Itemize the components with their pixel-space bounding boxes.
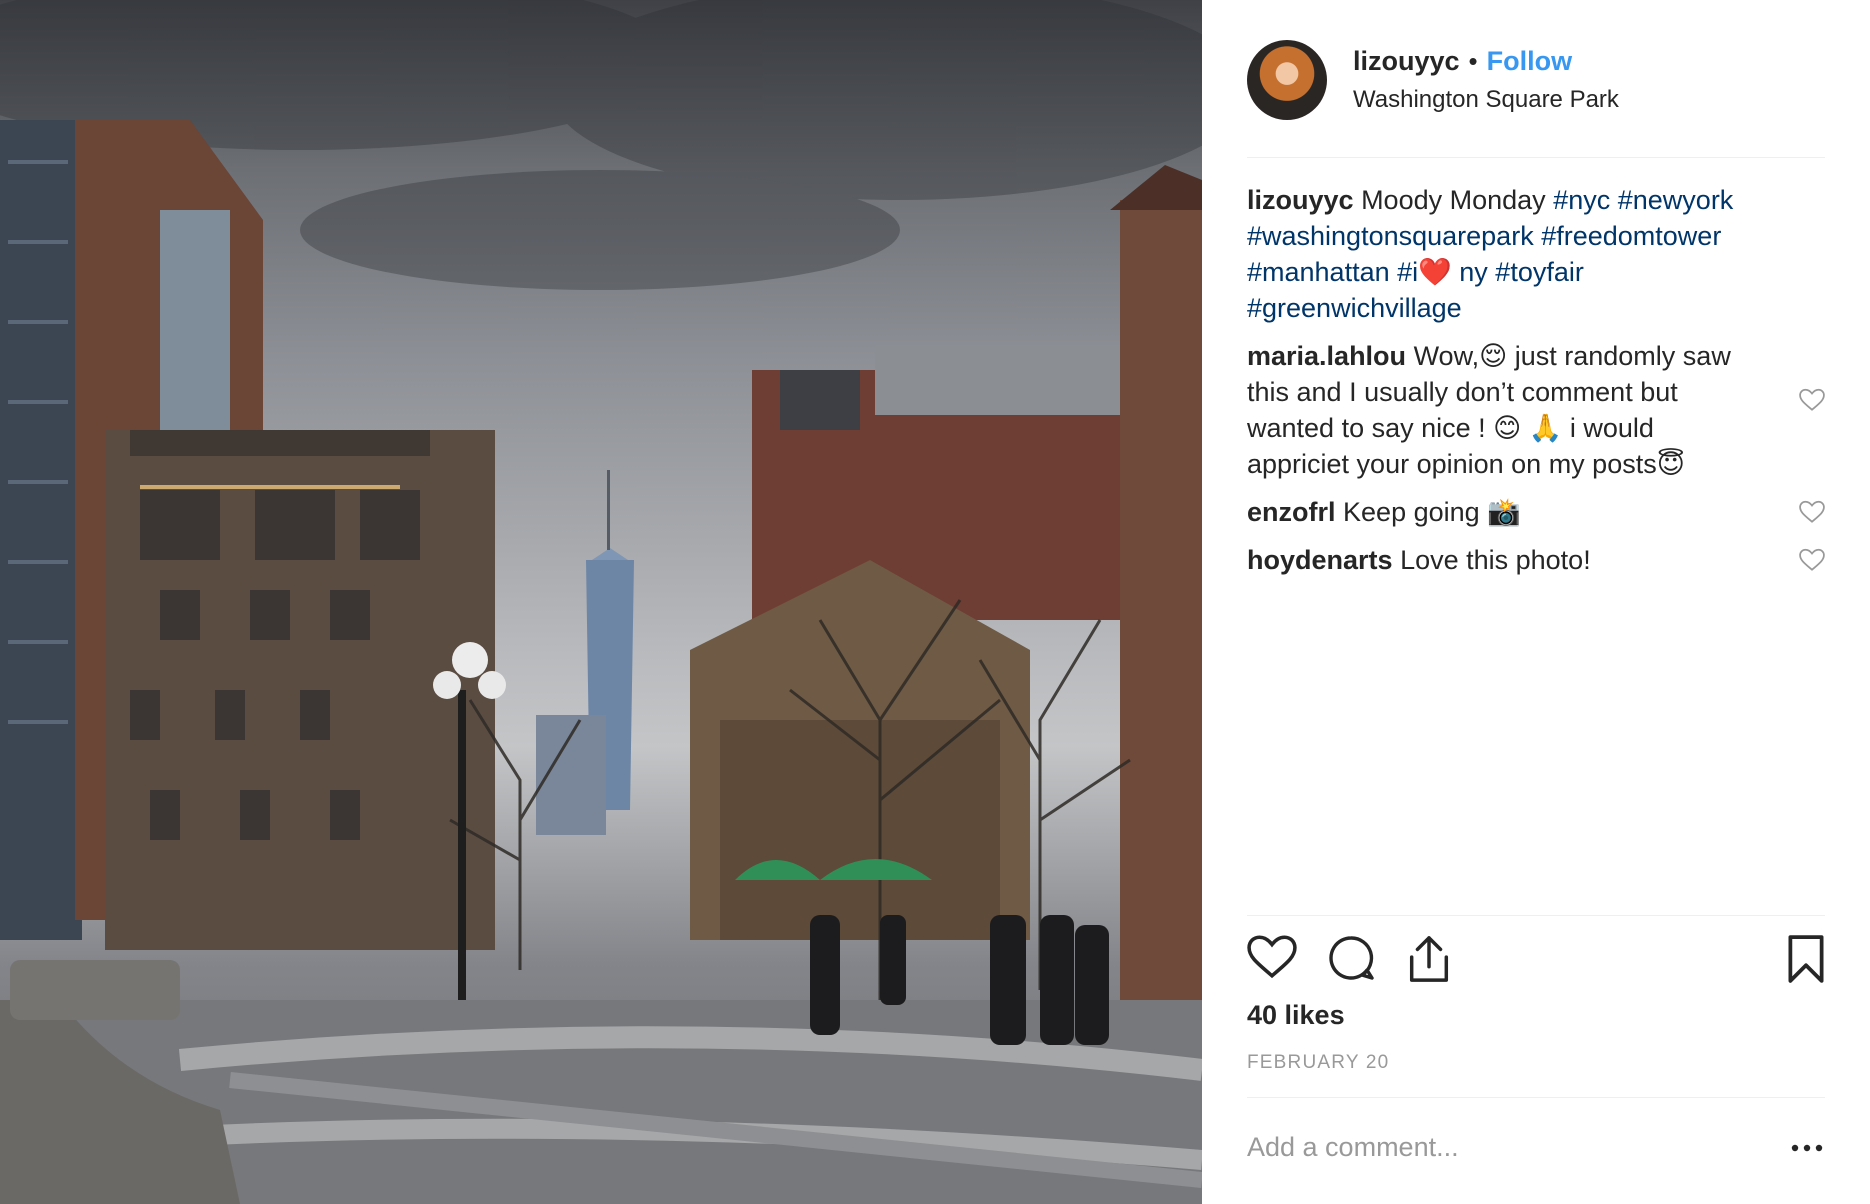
avatar[interactable] — [1247, 40, 1327, 120]
comment-item: maria.lahlou Wow,😌 just randomly saw thi… — [1247, 338, 1825, 482]
header-separator: • — [1468, 46, 1478, 76]
more-options-icon[interactable] — [1789, 1138, 1825, 1158]
comment-like-heart-icon[interactable] — [1799, 500, 1825, 524]
comment-username[interactable]: enzofrl — [1247, 497, 1336, 527]
comment-text: Love this photo! — [1400, 545, 1591, 575]
hashtag[interactable]: #washingtonsquarepark — [1247, 221, 1534, 251]
share-icon[interactable] — [1407, 934, 1451, 984]
hashtag[interactable]: #newyork — [1618, 185, 1734, 215]
follow-button[interactable]: Follow — [1487, 43, 1572, 79]
header-username[interactable]: lizouyyc — [1353, 43, 1460, 79]
post-header: lizouyyc • Follow Washington Square Park — [1247, 38, 1792, 122]
comment-username[interactable]: maria.lahlou — [1247, 341, 1406, 371]
comment-like-heart-icon[interactable] — [1799, 388, 1825, 412]
hashtag[interactable]: #freedomtower — [1541, 221, 1721, 251]
comments-list: lizouyyc Moody Monday #nyc #newyork #was… — [1247, 182, 1825, 590]
caption: lizouyyc Moody Monday #nyc #newyork #was… — [1247, 182, 1825, 326]
add-comment-input[interactable] — [1247, 1125, 1747, 1169]
header-line: lizouyyc • Follow — [1353, 43, 1619, 79]
location-link[interactable]: Washington Square Park — [1353, 83, 1619, 117]
caption-username[interactable]: lizouyyc — [1247, 185, 1354, 215]
post-date: FEBRUARY 20 — [1247, 1052, 1390, 1073]
comment-like-heart-icon[interactable] — [1799, 548, 1825, 572]
heart-icon[interactable] — [1247, 934, 1297, 980]
photo-scene — [0, 0, 1202, 1204]
comment-icon[interactable] — [1327, 934, 1375, 982]
post-photo[interactable] — [0, 0, 1202, 1204]
likes-count[interactable]: 40 likes — [1247, 1000, 1345, 1031]
header-info: lizouyyc • Follow Washington Square Park — [1353, 43, 1619, 117]
header-divider — [1247, 157, 1825, 158]
caption-text: Moody Monday — [1361, 185, 1546, 215]
comment-item: enzofrl Keep going 📸 — [1247, 494, 1825, 530]
hashtag[interactable]: #greenwichvillage — [1247, 293, 1462, 323]
comment-box-divider — [1247, 1097, 1825, 1098]
bookmark-icon[interactable] — [1787, 934, 1825, 984]
hashtag[interactable]: #i❤️ ny — [1397, 257, 1488, 287]
actions-divider — [1247, 915, 1825, 916]
hashtag[interactable]: #manhattan — [1247, 257, 1390, 287]
post-sidebar: lizouyyc • Follow Washington Square Park… — [1202, 0, 1870, 1204]
action-bar — [1247, 934, 1825, 988]
comment-item: hoydenarts Love this photo! — [1247, 542, 1825, 578]
comment-text: Keep going 📸 — [1343, 497, 1521, 527]
hashtag[interactable]: #nyc — [1553, 185, 1610, 215]
comment-username[interactable]: hoydenarts — [1247, 545, 1393, 575]
hashtag[interactable]: #toyfair — [1495, 257, 1584, 287]
